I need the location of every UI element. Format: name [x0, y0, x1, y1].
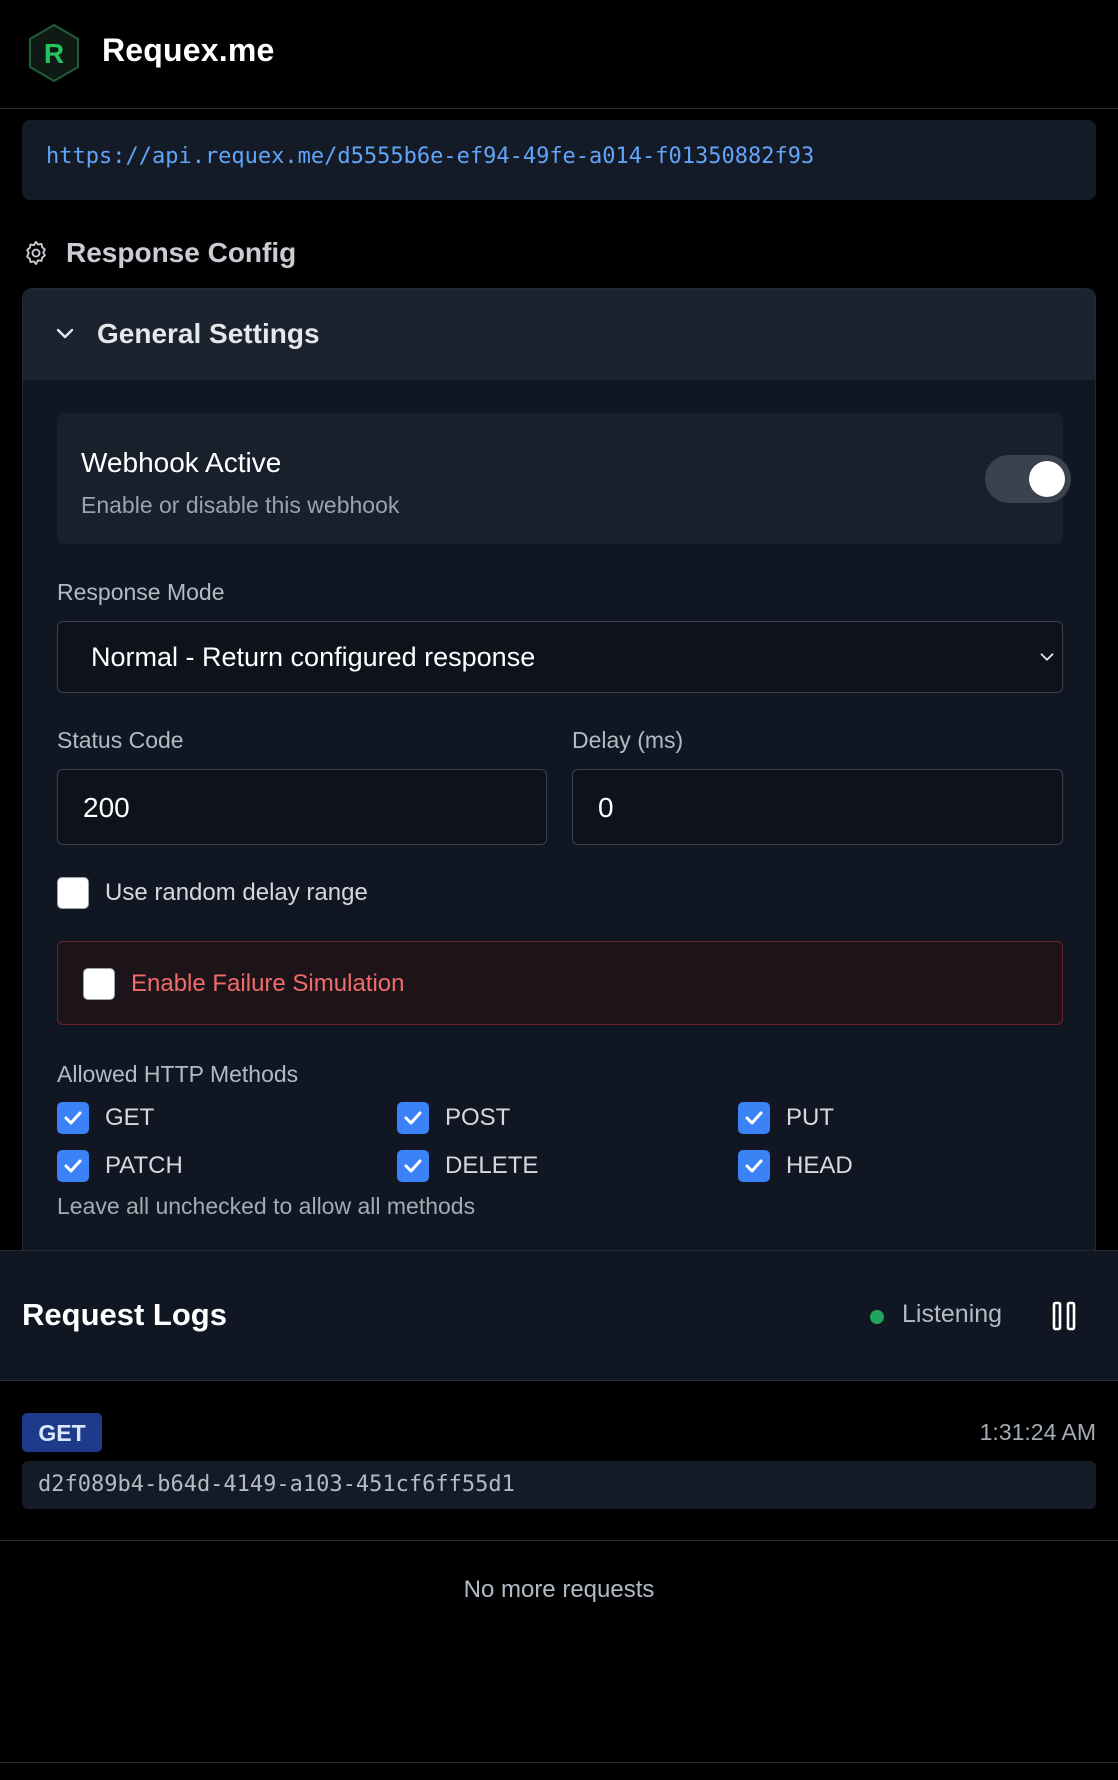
listening-status-text: Listening	[902, 1300, 1003, 1328]
check-icon	[745, 1111, 763, 1125]
delay-input[interactable]: 0	[572, 769, 1063, 845]
request-id: d2f089b4-b64d-4149-a103-451cf6ff55d1	[38, 1472, 515, 1497]
method-badge: GET	[22, 1413, 102, 1452]
method-get-checkbox[interactable]	[57, 1102, 89, 1134]
delay-label: Delay (ms)	[572, 727, 684, 753]
method-post-label[interactable]: POST	[445, 1104, 510, 1132]
failure-simulation-label[interactable]: Enable Failure Simulation	[131, 970, 404, 998]
method-delete-label[interactable]: DELETE	[445, 1152, 538, 1180]
divider	[0, 1762, 1118, 1763]
check-icon	[745, 1159, 763, 1173]
check-icon	[64, 1159, 82, 1173]
request-logs-header: Request Logs Listening	[0, 1250, 1118, 1381]
general-settings-header[interactable]: General Settings	[23, 289, 1095, 380]
delay-value: 0	[598, 792, 614, 823]
random-delay-label[interactable]: Use random delay range	[105, 879, 368, 907]
request-logs-title: Request Logs	[22, 1297, 227, 1332]
request-log-item[interactable]: GET 1:31:24 AM d2f089b4-b64d-4149-a103-4…	[0, 1381, 1118, 1541]
logo-icon[interactable]: R	[27, 23, 81, 83]
webhook-active-card: Webhook Active Enable or disable this we…	[57, 413, 1071, 544]
general-settings-title[interactable]: General Settings	[97, 318, 320, 350]
request-timestamp: 1:31:24 AM	[979, 1419, 1096, 1445]
status-code-label: Status Code	[57, 727, 184, 753]
pause-icon[interactable]	[1050, 1300, 1078, 1332]
listening-status-dot	[870, 1310, 884, 1324]
method-badge-text: GET	[38, 1420, 86, 1446]
app-title[interactable]: Requex.me	[102, 32, 275, 69]
method-post-checkbox[interactable]	[397, 1102, 429, 1134]
no-more-requests: No more requests	[463, 1576, 655, 1603]
endpoint-url[interactable]: https://api.requex.me/d5555b6e-ef94-49fe…	[46, 144, 814, 169]
method-get-label[interactable]: GET	[105, 1104, 154, 1132]
method-patch-label[interactable]: PATCH	[105, 1152, 183, 1180]
request-id-box: d2f089b4-b64d-4149-a103-451cf6ff55d1	[22, 1461, 1096, 1509]
response-mode-label: Response Mode	[57, 579, 225, 605]
method-delete-checkbox[interactable]	[397, 1150, 429, 1182]
allowed-methods-hint: Leave all unchecked to allow all methods	[57, 1193, 476, 1219]
chevron-down-icon	[1040, 653, 1054, 661]
failure-simulation-box: Enable Failure Simulation	[57, 941, 1063, 1025]
webhook-active-title: Webhook Active	[81, 447, 282, 478]
method-head-label[interactable]: HEAD	[786, 1152, 853, 1180]
method-head-checkbox[interactable]	[738, 1150, 770, 1182]
allowed-methods-label: Allowed HTTP Methods	[57, 1061, 299, 1087]
gear-icon	[26, 240, 46, 266]
response-mode-value: Normal - Return configured response	[91, 642, 536, 672]
method-put-label[interactable]: PUT	[786, 1104, 834, 1132]
app-header: R Requex.me	[0, 0, 1118, 109]
endpoint-url-box[interactable]: https://api.requex.me/d5555b6e-ef94-49fe…	[22, 120, 1096, 200]
status-code-input[interactable]: 200	[57, 769, 547, 845]
chevron-down-icon[interactable]	[53, 321, 77, 345]
general-settings-panel: General Settings Webhook Active Enable o…	[22, 288, 1096, 1250]
check-icon	[404, 1111, 422, 1125]
webhook-active-description: Enable or disable this webhook	[81, 492, 400, 518]
response-config-title: Response Config	[66, 237, 297, 268]
webhook-active-toggle[interactable]	[985, 455, 1071, 503]
response-mode-select[interactable]: Normal - Return configured response	[57, 621, 1063, 693]
check-icon	[404, 1159, 422, 1173]
method-patch-checkbox[interactable]	[57, 1150, 89, 1182]
svg-text:R: R	[44, 38, 64, 69]
method-put-checkbox[interactable]	[738, 1102, 770, 1134]
check-icon	[64, 1111, 82, 1125]
toggle-knob	[1029, 461, 1065, 497]
failure-simulation-checkbox[interactable]	[83, 968, 115, 1000]
response-config-heading: Response Config	[22, 234, 296, 272]
random-delay-checkbox[interactable]	[57, 877, 89, 909]
status-code-value: 200	[83, 792, 130, 823]
